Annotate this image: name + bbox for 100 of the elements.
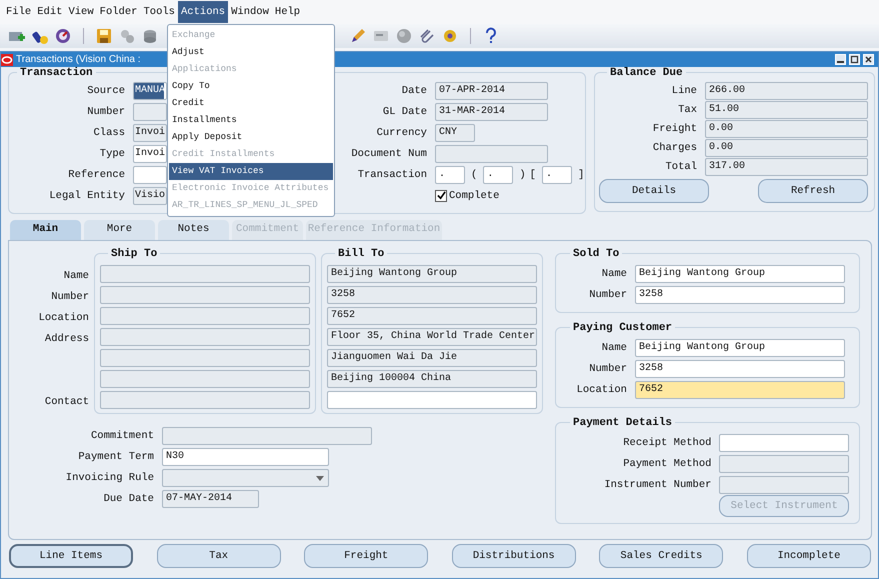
input-field[interactable] [100,286,310,304]
input-field[interactable]: Beijing Wantong Group [327,265,537,283]
input-field[interactable] [162,426,372,444]
input-field[interactable]: Invoi [133,144,167,162]
checkbox[interactable] [435,190,447,202]
maximize-icon[interactable] [849,54,860,65]
field-label: Invoicing Rule [64,472,154,484]
field-label: GL Date [382,106,427,118]
menu-item[interactable]: Folder [96,1,140,23]
menu-item[interactable]: Apply Deposit [169,129,333,146]
tab[interactable]: More [84,220,155,240]
close-icon[interactable] [863,54,874,65]
field-label: Number [86,106,125,118]
field-label: Name [600,342,627,354]
action-button[interactable]: Incomplete [746,544,871,568]
input-field[interactable]: 0.00 [705,120,868,138]
input-field[interactable]: Jianguomen Wai Da Jie [327,349,537,367]
menu-item[interactable]: Credit [169,95,333,112]
field-label: Receipt Method [622,436,712,448]
minimize-icon[interactable] [835,54,846,65]
input-field[interactable] [435,144,548,162]
input-field[interactable] [100,265,310,283]
complete-checkbox[interactable]: Complete [435,190,500,202]
menu-item[interactable]: Installments [169,112,333,129]
field-label: Class [92,126,125,138]
input-field[interactable] [719,454,849,472]
input-field[interactable]: 3258 [635,286,845,304]
input-field[interactable] [719,434,849,452]
separator-text: ( [471,168,478,180]
action-button[interactable]: Freight [304,544,428,568]
input-field[interactable] [133,102,167,120]
field-label: Total [664,160,697,172]
window-title: Transactions (Vision China : [16,54,141,65]
pencil-icon[interactable] [349,27,367,45]
menu-item[interactable]: Tools [140,1,178,23]
input-field[interactable] [100,370,310,388]
input-field[interactable] [327,391,537,409]
globe-icon[interactable] [395,27,413,45]
paperclip-icon[interactable] [418,27,436,45]
input-field[interactable] [100,349,310,367]
input-field[interactable]: 317.00 [705,158,868,176]
tab[interactable]: Main [10,220,81,240]
field-label: Payment Term [77,450,154,462]
input-field[interactable]: Floor 35, China World Trade Center [327,328,537,346]
input-field[interactable] [162,468,329,486]
menu-item[interactable]: View [65,1,97,23]
input-field[interactable]: 0.00 [705,138,868,156]
input-field[interactable]: 266.00 [705,82,868,100]
field-label: Source [86,84,125,96]
input-field[interactable] [719,476,849,494]
input-field[interactable]: . [435,166,465,184]
input-field[interactable]: Beijing Wantong Group [635,338,845,356]
menu-item[interactable]: Adjust [169,44,333,61]
menu-item[interactable]: View VAT Invoices [169,163,333,180]
action-button[interactable]: Sales Credits [599,544,724,568]
input-field[interactable]: 7652 [635,380,845,398]
input-field[interactable]: 31-MAR-2014 [435,102,548,120]
stack-icon[interactable] [141,27,159,45]
action-button[interactable]: Distributions [452,544,576,568]
input-field[interactable]: . [483,166,514,184]
menu-item[interactable]: File [3,1,34,23]
input-field[interactable]: CNY [435,124,475,142]
action-button[interactable]: Details [599,179,709,203]
menu-item[interactable]: Actions [178,1,228,23]
field-label: Line [670,84,697,96]
input-field[interactable]: 3258 [327,286,537,304]
input-field[interactable]: MANUA [133,82,167,100]
field-label: Name [62,269,89,284]
action-button[interactable]: Refresh [758,179,868,203]
menu-item[interactable]: Window [228,1,272,23]
input-field[interactable]: Beijing 100004 China [327,370,537,388]
input-field[interactable] [100,391,310,409]
field-label: Reference [67,168,125,180]
group-title: Paying Customer [570,322,676,334]
input-field[interactable]: . [542,166,572,184]
field-label: Due Date [102,492,154,504]
field-label: Legal Entity [48,190,125,202]
input-field[interactable]: 07-APR-2014 [435,82,548,100]
field-label: Charges [652,142,697,154]
field-label: Name [600,268,627,280]
input-field[interactable]: Visio [133,186,167,204]
action-button[interactable]: Tax [156,544,281,568]
compass-icon[interactable] [54,27,72,45]
input-field[interactable] [100,328,310,346]
input-field[interactable]: 7652 [327,307,537,325]
input-field[interactable]: N30 [162,448,329,466]
menu-item[interactable]: Copy To [169,78,333,95]
menu-item[interactable]: Help [272,1,304,23]
tab[interactable]: Notes [158,220,229,240]
action-button[interactable]: Line Items [9,544,133,568]
input-field[interactable]: 07-MAY-2014 [162,490,259,508]
logo-icon [1,54,13,66]
input-field[interactable]: 3258 [635,360,845,378]
input-field[interactable] [133,166,167,184]
field-label: Type [98,148,125,160]
input-field[interactable]: Beijing Wantong Group [635,264,845,282]
input-field[interactable]: 51.00 [705,100,868,118]
menu-item[interactable]: Edit [34,1,66,23]
input-field[interactable] [100,307,310,325]
input-field[interactable]: Invoi [133,124,167,142]
